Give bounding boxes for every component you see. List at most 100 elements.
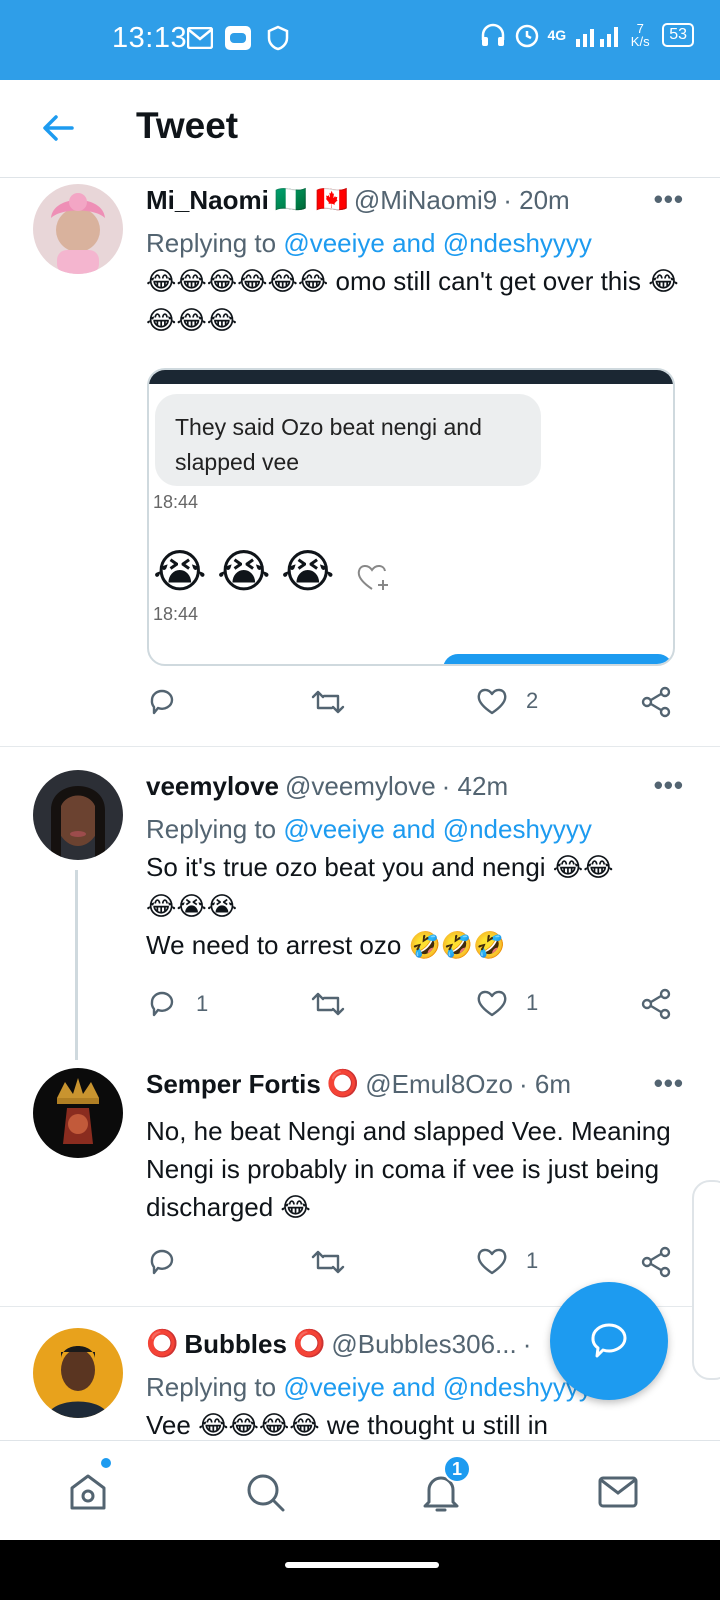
text-line-3: We need to arrest ozo (146, 930, 409, 960)
avatar[interactable] (33, 1328, 123, 1418)
status-time: 13:13 (112, 22, 188, 54)
more-options-button[interactable]: ••• (654, 770, 684, 801)
avatar[interactable] (33, 1068, 123, 1158)
share-icon (641, 1246, 671, 1278)
text-line-3-emoji: 🤣🤣🤣 (408, 931, 506, 961)
status-bar: 13:13 4G 7 K/s 53 (0, 0, 720, 80)
timestamp: · (522, 1329, 532, 1359)
avatar[interactable] (33, 184, 123, 274)
tweet-header: Mi_Naomi 🇳🇬 🇨🇦 @MiNaomi9 · 20m (146, 184, 684, 216)
text-line-2-emoji: 😂😭😭 (146, 892, 238, 922)
shield-icon (264, 24, 292, 52)
retweet-icon (311, 690, 345, 714)
display-name[interactable]: Mi_Naomi (146, 184, 269, 216)
handle[interactable]: @Emul8Ozo (365, 1068, 513, 1100)
network-type: 4G (547, 27, 567, 43)
status-right: 4G 7 K/s 53 (480, 22, 694, 48)
tweet-actions: 2 (146, 686, 686, 726)
signal-icon (576, 27, 619, 47)
react-heart-plus-icon (357, 562, 391, 597)
replying-prefix: Replying to (146, 1372, 284, 1402)
handle[interactable]: @veemylove (285, 770, 436, 802)
display-name[interactable]: veemylove (146, 770, 279, 802)
reply-button[interactable] (146, 1246, 196, 1278)
back-arrow-icon[interactable] (38, 108, 78, 148)
tweet-text: Vee 😂😂😂😂 we thought u still in (146, 1406, 684, 1440)
headphones-icon (481, 23, 504, 46)
home-icon (70, 1474, 106, 1510)
retweet-button[interactable] (310, 988, 364, 1020)
retweet-button[interactable] (310, 1246, 364, 1278)
app-header: Tweet (0, 80, 720, 178)
share-button[interactable] (640, 1246, 672, 1278)
timestamp: · 6m (518, 1069, 571, 1099)
tweet-header: veemylove @veemylove · 42m (146, 770, 684, 802)
chat-bubble: They said Ozo beat nengi and slapped vee (155, 394, 541, 486)
text-content: omo still can't get over this (328, 266, 649, 296)
text-content: No, he beat Nengi and slapped Vee. Meani… (146, 1116, 671, 1222)
red-circle-emoji: ⭕ (326, 1069, 360, 1099)
tweet-body: Semper Fortis ⭕ @Emul8Ozo · 6m ••• No, h… (146, 1068, 684, 1227)
text-line-1-emoji: 😂😂 (552, 853, 614, 883)
replying-to: Replying to @veeiye and @ndeshyyyy (146, 812, 684, 846)
text-line-1: So it's true ozo beat you and nengi (146, 852, 553, 882)
game-icon (224, 24, 252, 52)
text-emoji: 😂😂😂😂 (198, 1411, 320, 1440)
share-button[interactable] (640, 686, 672, 718)
text-emoji: 😂 (280, 1193, 311, 1223)
tweet-body: Mi_Naomi 🇳🇬 🇨🇦 @MiNaomi9 · 20m ••• Reply… (146, 184, 684, 340)
reply-button[interactable]: 1 (146, 988, 208, 1020)
reply-icon (150, 991, 174, 1017)
like-count: 1 (526, 1248, 539, 1273)
home-gesture-bar[interactable] (285, 1562, 439, 1568)
more-options-button[interactable]: ••• (654, 1068, 684, 1099)
tweet-media-image[interactable]: They said Ozo beat nengi and slapped vee… (147, 368, 675, 666)
share-button[interactable] (640, 988, 672, 1020)
search-icon (247, 1474, 285, 1512)
handle[interactable]: @MiNaomi9 (354, 184, 497, 216)
red-circle-emoji: ⭕ (146, 1329, 179, 1359)
heart-icon (477, 688, 507, 715)
alarm-icon (515, 24, 538, 48)
display-name[interactable]: Bubbles (184, 1328, 287, 1360)
mail-icon (598, 1476, 638, 1508)
reply-count: 1 (196, 991, 209, 1016)
replying-prefix: Replying to (146, 228, 284, 258)
display-name[interactable]: Semper Fortis (146, 1068, 321, 1100)
nav-home[interactable] (63, 1467, 113, 1517)
handle[interactable]: @Bubbles306... (331, 1328, 516, 1360)
like-button[interactable]: 1 (476, 1246, 538, 1276)
text-start: Vee (146, 1410, 199, 1440)
share-icon (641, 988, 671, 1020)
flag-emojis: 🇳🇬 🇨🇦 (274, 185, 348, 215)
divider (0, 746, 720, 747)
outgoing-bubble (443, 654, 673, 664)
reply-button[interactable] (146, 686, 196, 718)
like-button[interactable]: 2 (476, 686, 538, 716)
bottom-nav: 1 (0, 1440, 720, 1540)
nav-search[interactable] (240, 1467, 290, 1517)
like-button[interactable]: 1 (476, 988, 538, 1018)
heart-icon (477, 990, 507, 1017)
reply-mentions-link[interactable]: @veeiye and @ndeshyyyy (283, 228, 592, 258)
avatar[interactable] (33, 770, 123, 860)
reply-icon (150, 1249, 174, 1275)
thread-connector-line (75, 870, 78, 1060)
more-options-button[interactable]: ••• (654, 184, 684, 215)
chat-timestamp: 18:44 (153, 492, 199, 512)
tweet-actions: 1 1 (146, 988, 686, 1028)
reply-mentions-link[interactable]: @veeiye and @ndeshyyyy (283, 1372, 592, 1402)
red-circle-emoji: ⭕ (292, 1329, 326, 1359)
chat-bubble-icon (591, 1323, 627, 1358)
crying-emoji: 😭 (281, 544, 335, 598)
nav-messages[interactable] (593, 1467, 643, 1517)
reply-mentions-link[interactable]: @veeiye and @ndeshyyyy (283, 814, 592, 844)
tweet-text: So it's true ozo beat you and nengi 😂😂 😂😭… (146, 848, 684, 965)
notifications-badge: 1 (443, 1455, 471, 1483)
replying-prefix: Replying to (146, 814, 284, 844)
offscreen-card-edge (692, 1180, 720, 1380)
compose-reply-button[interactable] (550, 1282, 668, 1400)
retweet-button[interactable] (310, 686, 364, 718)
share-icon (641, 686, 671, 718)
retweet-icon (311, 992, 345, 1016)
